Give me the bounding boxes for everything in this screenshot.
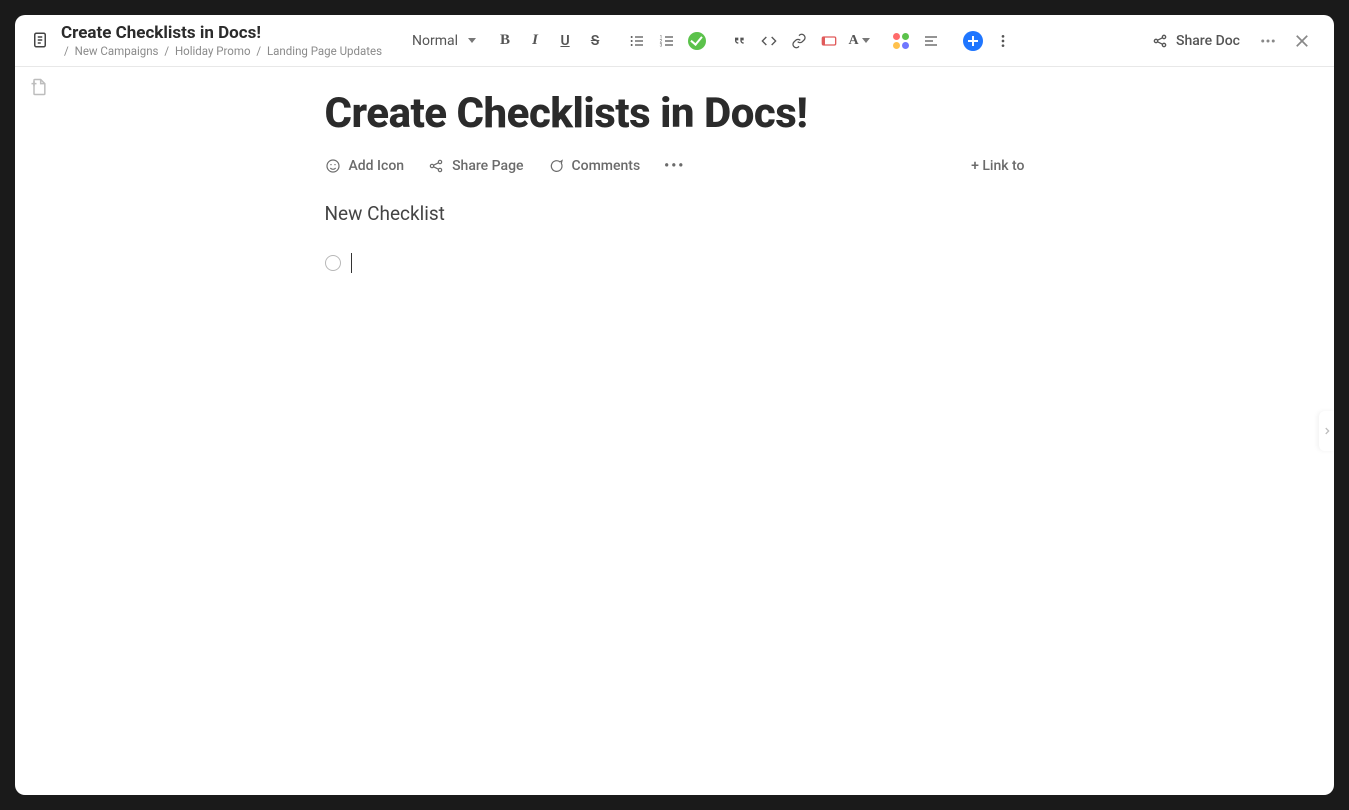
link-icon [791,33,807,49]
outline-toggle[interactable] [29,77,51,99]
header-bar: Create Checklists in Docs! / New Campaig… [15,15,1334,67]
share-doc-button[interactable]: Share Doc [1144,28,1248,54]
share-page-label: Share Page [452,158,523,174]
svg-text:3: 3 [660,42,663,48]
paragraph-style-select[interactable]: Normal [402,29,482,53]
color-palette-button[interactable] [888,28,914,54]
check-circle-icon [688,32,706,50]
strikethrough-button[interactable]: S [582,28,608,54]
share-icon [1152,33,1168,49]
page-title[interactable]: Create Checklists in Docs! [325,89,1025,138]
doc-body: Create Checklists in Docs! Add Icon Shar… [15,67,1334,795]
color-dots-icon [893,33,909,49]
side-panel-toggle[interactable] [1319,411,1334,451]
plus-circle-icon [963,31,983,51]
paragraph-style-label: Normal [412,33,458,49]
format-toolbar: Normal B I U S 1 2 3 [402,28,1016,54]
text-color-label: A [849,33,859,49]
bold-button[interactable]: B [492,28,518,54]
align-button[interactable] [918,28,944,54]
numbered-list-icon: 1 2 3 [659,33,675,49]
text-cursor [351,253,352,273]
breadcrumb-item[interactable]: Holiday Promo [175,44,251,58]
checklist-checkbox[interactable] [325,255,341,271]
share-icon [428,158,444,174]
code-icon [761,33,777,49]
breadcrumb-item[interactable]: New Campaigns [75,44,159,58]
add-icon-button[interactable]: Add Icon [325,158,405,174]
code-button[interactable] [756,28,782,54]
banner-icon [821,34,837,48]
section-heading[interactable]: New Checklist [325,202,1025,225]
insert-button[interactable] [960,28,986,54]
doc-window: Create Checklists in Docs! / New Campaig… [15,15,1334,795]
toolbar-more-button[interactable] [990,28,1016,54]
more-vertical-icon [995,33,1011,49]
doc-icon [29,29,51,51]
doc-title-block: Create Checklists in Docs! / New Campaig… [29,24,382,57]
header-right-actions: Share Doc [1144,27,1316,55]
bulleted-list-button[interactable] [624,28,650,54]
add-icon-label: Add Icon [349,158,405,174]
page-more-button[interactable]: ••• [664,158,685,174]
link-button[interactable] [786,28,812,54]
banner-button[interactable] [816,28,842,54]
align-left-icon [923,33,939,49]
share-page-button[interactable]: Share Page [428,158,523,174]
italic-button[interactable]: I [522,28,548,54]
checklist-item[interactable] [325,253,1025,273]
close-icon [1293,32,1311,50]
doc-content: Create Checklists in Docs! Add Icon Shar… [325,67,1025,313]
smile-icon [325,158,341,174]
chevron-right-icon [1322,424,1332,438]
more-horizontal-icon: ••• [664,158,685,174]
bulleted-list-icon [629,33,645,49]
chevron-down-icon [468,38,476,43]
quote-icon [731,33,747,49]
text-color-button[interactable]: A [846,28,872,54]
close-button[interactable] [1288,27,1316,55]
comments-label: Comments [572,158,641,174]
page-action-row: Add Icon Share Page Comments ••• [325,158,1025,174]
comments-button[interactable]: Comments [548,158,641,174]
breadcrumb: / New Campaigns / Holiday Promo / Landin… [61,45,382,58]
underline-button[interactable]: U [552,28,578,54]
numbered-list-button[interactable]: 1 2 3 [654,28,680,54]
checklist-button[interactable] [684,28,710,54]
page-add-icon [29,77,49,97]
doc-more-button[interactable] [1254,27,1282,55]
chevron-down-icon [862,38,870,43]
breadcrumb-item[interactable]: Landing Page Updates [267,44,382,58]
comment-icon [548,158,564,174]
more-horizontal-icon [1259,32,1277,50]
doc-title[interactable]: Create Checklists in Docs! [61,24,382,43]
link-to-button[interactable]: + Link to [971,158,1024,174]
quote-button[interactable] [726,28,752,54]
share-doc-label: Share Doc [1176,33,1240,49]
